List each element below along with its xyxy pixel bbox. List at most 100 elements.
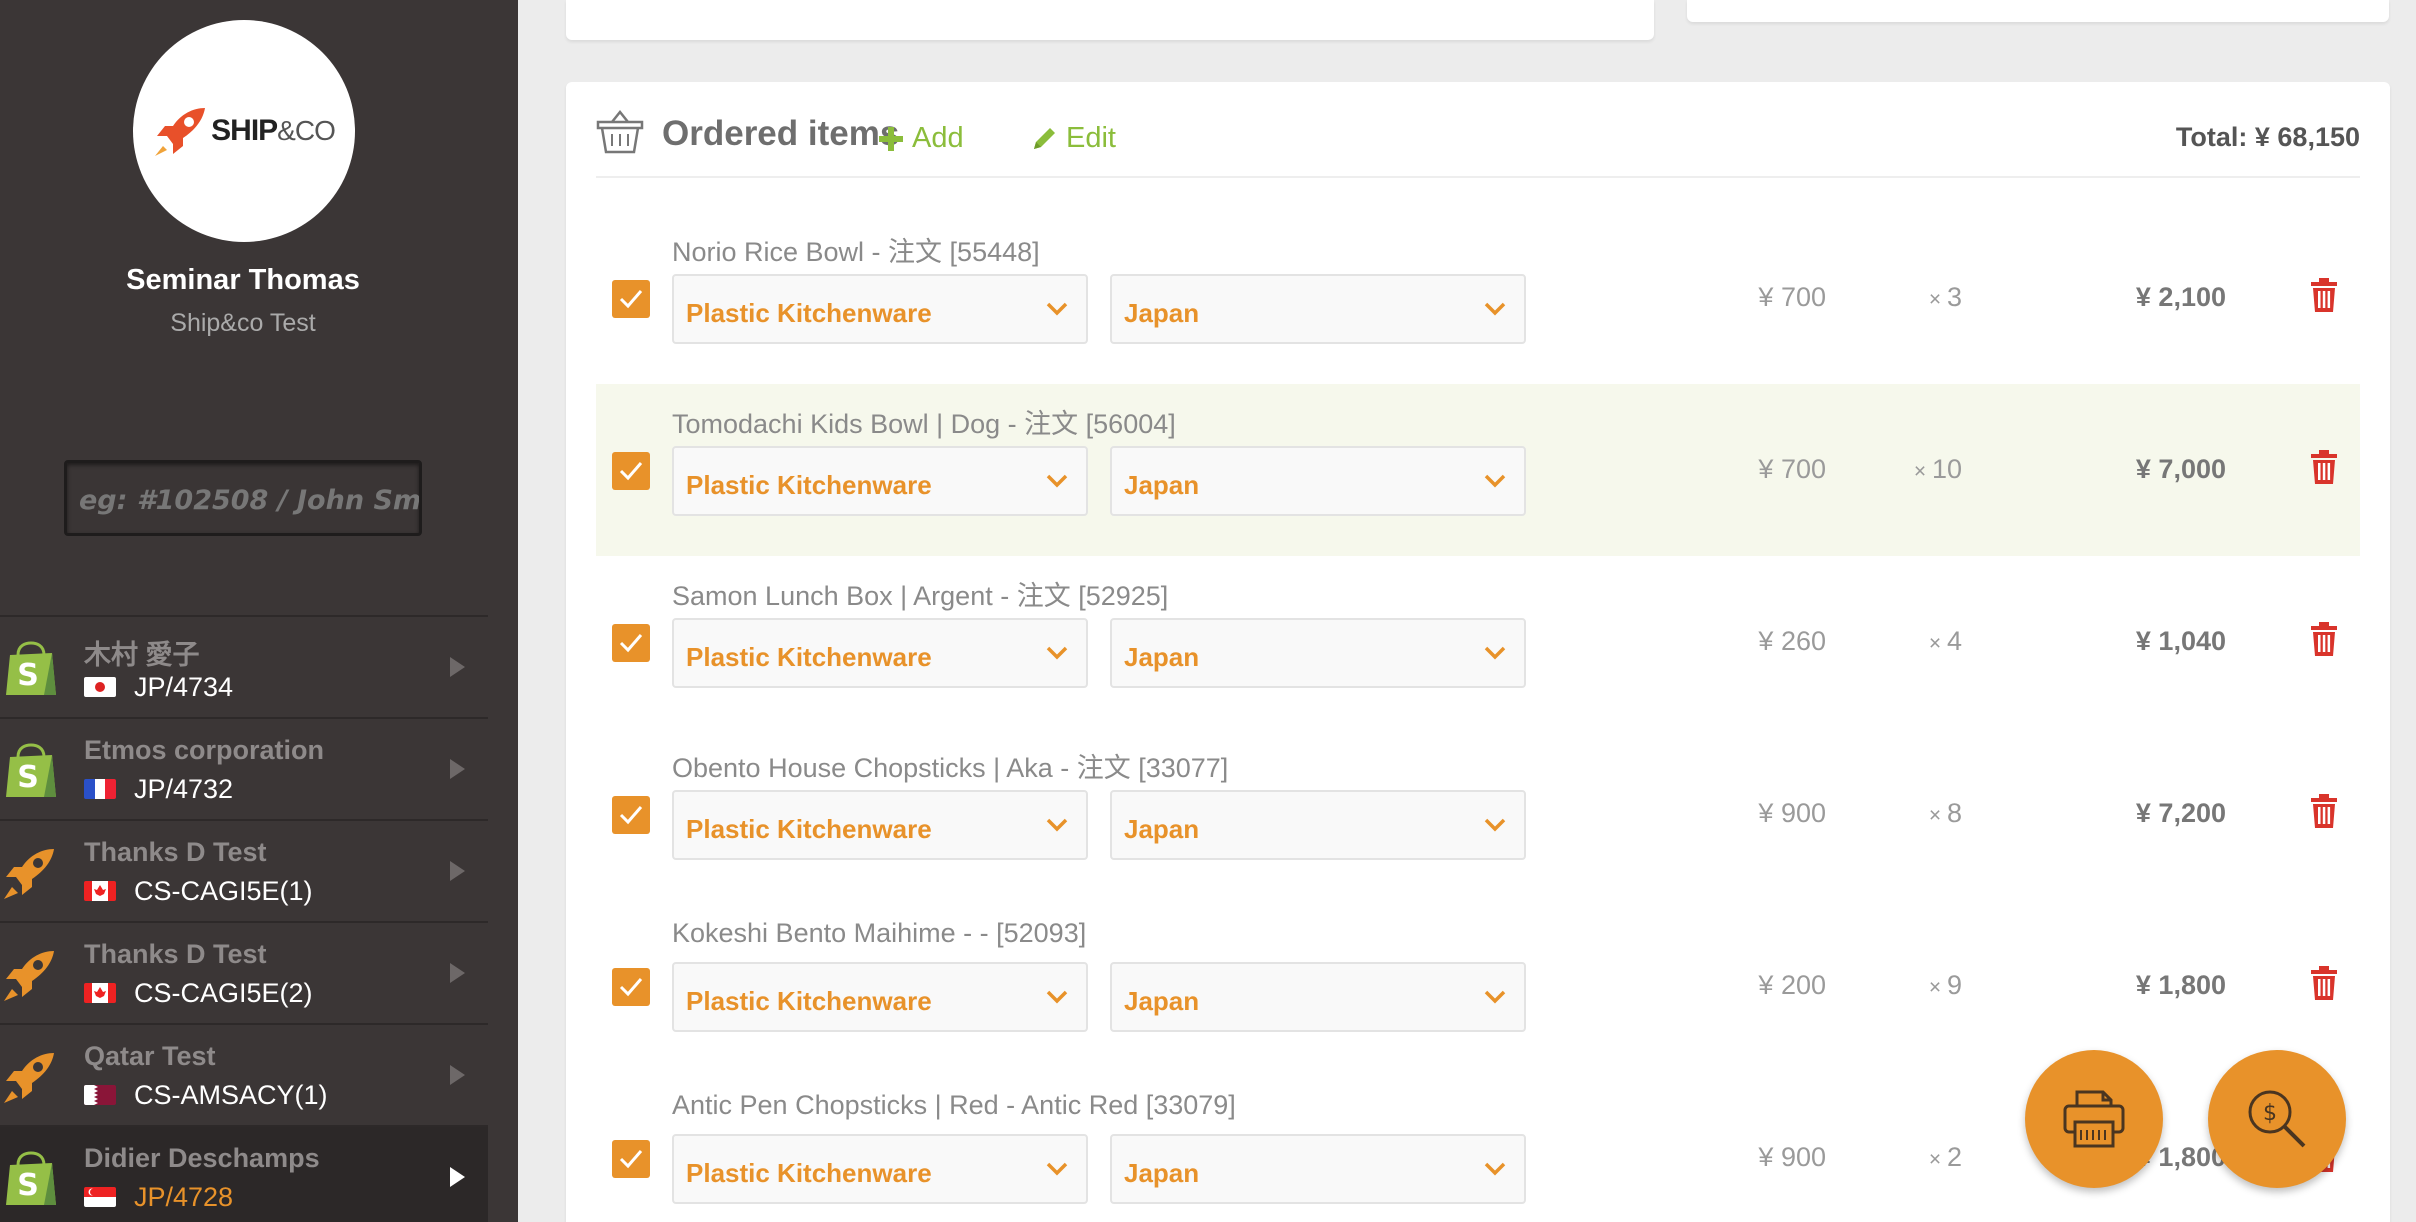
chevron-down-icon xyxy=(1484,990,1506,1004)
trash-icon[interactable] xyxy=(2310,794,2338,828)
play-arrow-icon xyxy=(450,657,465,677)
company-logo: SHIP &CO xyxy=(133,20,355,242)
order-customer-name: 木村 愛子 xyxy=(84,640,200,670)
item-quantity-value: 9 xyxy=(1946,970,1962,1000)
top-card-right xyxy=(1687,0,2389,22)
order-list-item[interactable]: Thanks D Test CS-CAGI5E(2) xyxy=(0,921,488,1023)
edit-items-button[interactable]: Edit xyxy=(1030,122,1116,155)
search-input[interactable]: eg: #102508 / John Smith xyxy=(64,460,422,536)
flag-sg-icon xyxy=(84,1187,116,1207)
item-checkbox[interactable] xyxy=(612,624,650,662)
item-quantity-value: 4 xyxy=(1946,626,1962,656)
category-select[interactable]: Plastic Kitchenware xyxy=(672,446,1088,516)
rocket-icon xyxy=(4,1053,54,1103)
svg-text:$: $ xyxy=(2263,1101,2277,1126)
checkmark-icon xyxy=(619,978,643,997)
category-select[interactable]: Plastic Kitchenware xyxy=(672,618,1088,688)
category-select[interactable]: Plastic Kitchenware xyxy=(672,274,1088,344)
item-price: ¥ 260 xyxy=(1758,626,1826,656)
item-quantity-value: 3 xyxy=(1946,282,1962,312)
origin-country-select[interactable]: Japan xyxy=(1110,1134,1526,1204)
order-customer-name: Etmos corporation xyxy=(84,735,325,765)
item-title: Kokeshi Bento Maihime - - [52093] xyxy=(672,918,1087,948)
ordered-items-title: Ordered items xyxy=(662,114,900,153)
top-card-left xyxy=(566,0,1654,40)
country-value: Japan xyxy=(1124,814,1200,844)
price-search-button[interactable]: $ xyxy=(2208,1050,2346,1188)
trash-icon[interactable] xyxy=(2310,622,2338,656)
chevron-down-icon xyxy=(1046,1162,1068,1176)
plus-icon xyxy=(879,126,903,151)
origin-country-select[interactable]: Japan xyxy=(1110,274,1526,344)
chevron-down-icon xyxy=(1484,302,1506,316)
play-arrow-icon xyxy=(450,1167,465,1187)
shopify-icon: S xyxy=(6,743,56,797)
flag-qa-icon xyxy=(84,1085,116,1105)
order-list-item[interactable]: S Etmos corporation JP/4732 xyxy=(0,717,488,819)
category-value: Plastic Kitchenware xyxy=(686,298,932,328)
times-sign: × xyxy=(1928,804,1947,827)
trash-icon[interactable] xyxy=(2310,450,2338,484)
item-checkbox[interactable] xyxy=(612,796,650,834)
origin-country-select[interactable]: Japan xyxy=(1110,790,1526,860)
origin-country-select[interactable]: Japan xyxy=(1110,446,1526,516)
item-checkbox[interactable] xyxy=(612,452,650,490)
ordered-item-row: Norio Rice Bowl - 注文 [55448] Plastic Kitc… xyxy=(596,212,2360,384)
times-sign: × xyxy=(1928,1148,1947,1171)
item-checkbox[interactable] xyxy=(612,280,650,318)
item-quantity: × 8 xyxy=(1896,798,1962,829)
order-list-item[interactable]: Qatar Test CS-AMSACY(1) xyxy=(0,1023,488,1125)
times-sign: × xyxy=(1913,460,1932,483)
order-list: S 木村 愛子 JP/4734 S Etmos corporation JP/4732 Th… xyxy=(0,615,488,1222)
country-value: Japan xyxy=(1124,642,1200,672)
item-quantity-value: 2 xyxy=(1946,1142,1962,1172)
item-price: ¥ 900 xyxy=(1758,1142,1826,1172)
checkmark-icon xyxy=(619,462,643,481)
edit-items-label: Edit xyxy=(1066,122,1116,154)
item-line-total: ¥ 1,800 xyxy=(2135,970,2226,1000)
order-id: JP/4732 xyxy=(134,774,234,804)
trash-icon[interactable] xyxy=(2310,278,2338,312)
times-sign: × xyxy=(1928,632,1947,655)
order-id: JP/4728 xyxy=(134,1182,234,1212)
chevron-down-icon xyxy=(1046,474,1068,488)
shopify-icon: S xyxy=(6,641,56,695)
print-button[interactable] xyxy=(2025,1050,2163,1188)
order-list-item[interactable]: Thanks D Test CS-CAGI5E(1) xyxy=(0,819,488,921)
add-item-button[interactable]: Add xyxy=(878,122,964,155)
item-price: ¥ 200 xyxy=(1758,970,1826,1000)
play-arrow-icon xyxy=(450,1065,465,1085)
order-customer-name: Didier Deschamps xyxy=(84,1143,320,1173)
category-value: Plastic Kitchenware xyxy=(686,470,932,500)
item-line-total: ¥ 7,200 xyxy=(2135,798,2226,828)
ordered-item-row: Obento House Chopsticks | Aka - 注文 [3307… xyxy=(596,728,2360,900)
order-list-item[interactable]: S 木村 愛子 JP/4734 xyxy=(0,615,488,717)
logo-ship-text: SHIP xyxy=(211,114,278,147)
user-company: Ship&co Test xyxy=(170,309,316,337)
checkmark-icon xyxy=(619,290,643,309)
order-id: CS-CAGI5E(1) xyxy=(134,876,313,906)
item-quantity-value: 8 xyxy=(1946,798,1962,828)
item-checkbox[interactable] xyxy=(612,1140,650,1178)
sidebar: SHIP &CO Seminar Thomas Ship&co Test eg: … xyxy=(0,0,518,1222)
ordered-item-row: Tomodachi Kids Bowl | Dog - 注文 [56004] Pl… xyxy=(596,384,2360,556)
svg-text:S: S xyxy=(17,760,39,795)
category-select[interactable]: Plastic Kitchenware xyxy=(672,790,1088,860)
item-price: ¥ 900 xyxy=(1758,798,1826,828)
trash-icon[interactable] xyxy=(2310,966,2338,1000)
order-list-item[interactable]: S Didier Deschamps JP/4728 xyxy=(0,1125,488,1222)
country-value: Japan xyxy=(1124,470,1200,500)
rocket-icon xyxy=(4,849,54,899)
category-value: Plastic Kitchenware xyxy=(686,1158,932,1188)
search-price-icon: $ xyxy=(2248,1090,2306,1148)
item-checkbox[interactable] xyxy=(612,968,650,1006)
category-select[interactable]: Plastic Kitchenware xyxy=(672,1134,1088,1204)
svg-text:S: S xyxy=(17,658,39,693)
origin-country-select[interactable]: Japan xyxy=(1110,618,1526,688)
logo-co-text: &CO xyxy=(277,115,336,146)
checkmark-icon xyxy=(619,634,643,653)
chevron-down-icon xyxy=(1484,646,1506,660)
category-select[interactable]: Plastic Kitchenware xyxy=(672,962,1088,1032)
origin-country-select[interactable]: Japan xyxy=(1110,962,1526,1032)
user-name: Seminar Thomas xyxy=(126,264,360,296)
